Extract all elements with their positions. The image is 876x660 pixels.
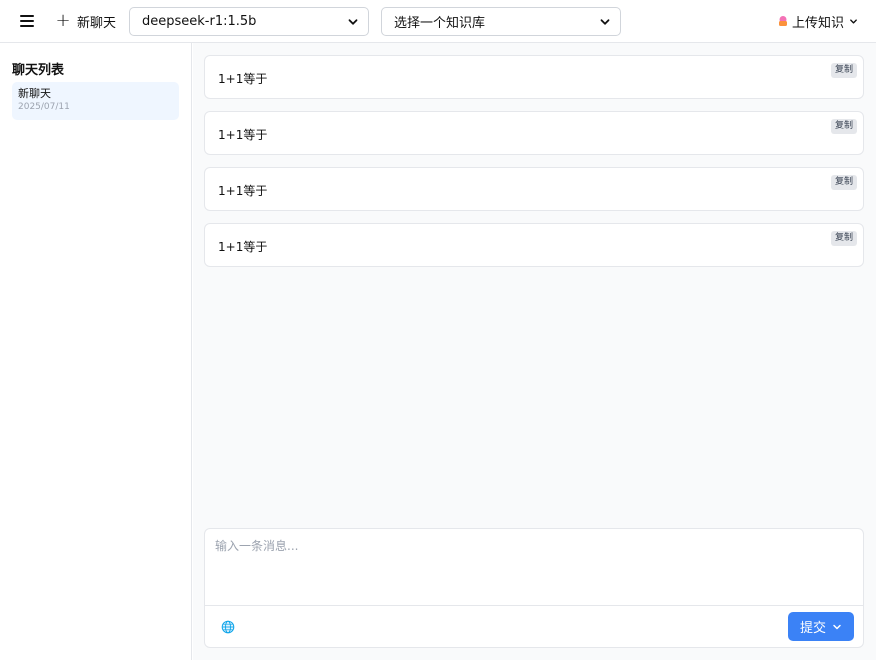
globe-icon[interactable]: [221, 620, 235, 634]
sidebar-title: 聊天列表: [12, 63, 65, 78]
upload-knowledge-button[interactable]: 上传知识: [777, 12, 858, 31]
model-select[interactable]: deepseek-r1:1.5b: [129, 7, 369, 36]
knowledge-base-select[interactable]: 选择一个知识库: [381, 7, 621, 36]
submit-button[interactable]: 提交: [788, 612, 854, 641]
copy-button[interactable]: 复制: [830, 119, 857, 134]
submit-label: 提交: [799, 621, 826, 636]
app-root: + 新聊天 deepseek-r1:1.5b 选择一个知识库 上传知识 聊天列表…: [0, 0, 876, 660]
model-select-value: deepseek-r1:1.5b: [142, 14, 257, 29]
message-bubble: 1+1等于 复制: [204, 111, 864, 155]
menu-icon[interactable]: [17, 11, 37, 31]
copy-button[interactable]: 复制: [830, 63, 857, 78]
knowledge-base-select-value: 选择一个知识库: [394, 16, 486, 31]
chevron-down-icon: [850, 18, 857, 24]
chat-item-title: 新聊天: [18, 87, 51, 100]
message-bubble: 1+1等于 复制: [204, 167, 864, 211]
new-chat-label: 新聊天: [77, 15, 117, 31]
message-bubble: 1+1等于 复制: [204, 55, 864, 99]
copy-button[interactable]: 复制: [830, 231, 857, 246]
upload-knowledge-label: 上传知识: [791, 15, 844, 31]
new-chat-button[interactable]: + 新聊天: [55, 9, 116, 33]
copy-button[interactable]: 复制: [830, 175, 857, 190]
message-composer: 提交: [204, 528, 864, 648]
message-text: 1+1等于: [218, 184, 268, 198]
message-text: 1+1等于: [218, 128, 268, 142]
composer-divider: [205, 605, 863, 606]
plus-icon: +: [55, 10, 71, 31]
chat-list-item[interactable]: 新聊天 2025/07/11: [12, 82, 179, 120]
message-bubble: 1+1等于 复制: [204, 223, 864, 267]
chevron-down-icon: [833, 624, 841, 629]
message-input[interactable]: [205, 529, 863, 605]
message-text: 1+1等于: [218, 240, 268, 254]
upload-icon: [778, 16, 787, 26]
chat-item-date: 2025/07/11: [18, 102, 70, 112]
chevron-down-icon: [348, 18, 358, 25]
message-text: 1+1等于: [218, 72, 268, 86]
chevron-down-icon: [600, 18, 610, 25]
chat-main: 1+1等于 复制 1+1等于 复制 1+1等于 复制 1+1等于 复制 输入一条…: [193, 43, 876, 660]
sidebar: 聊天列表 新聊天 2025/07/11: [0, 43, 192, 660]
top-bar: + 新聊天 deepseek-r1:1.5b 选择一个知识库 上传知识: [0, 0, 876, 43]
